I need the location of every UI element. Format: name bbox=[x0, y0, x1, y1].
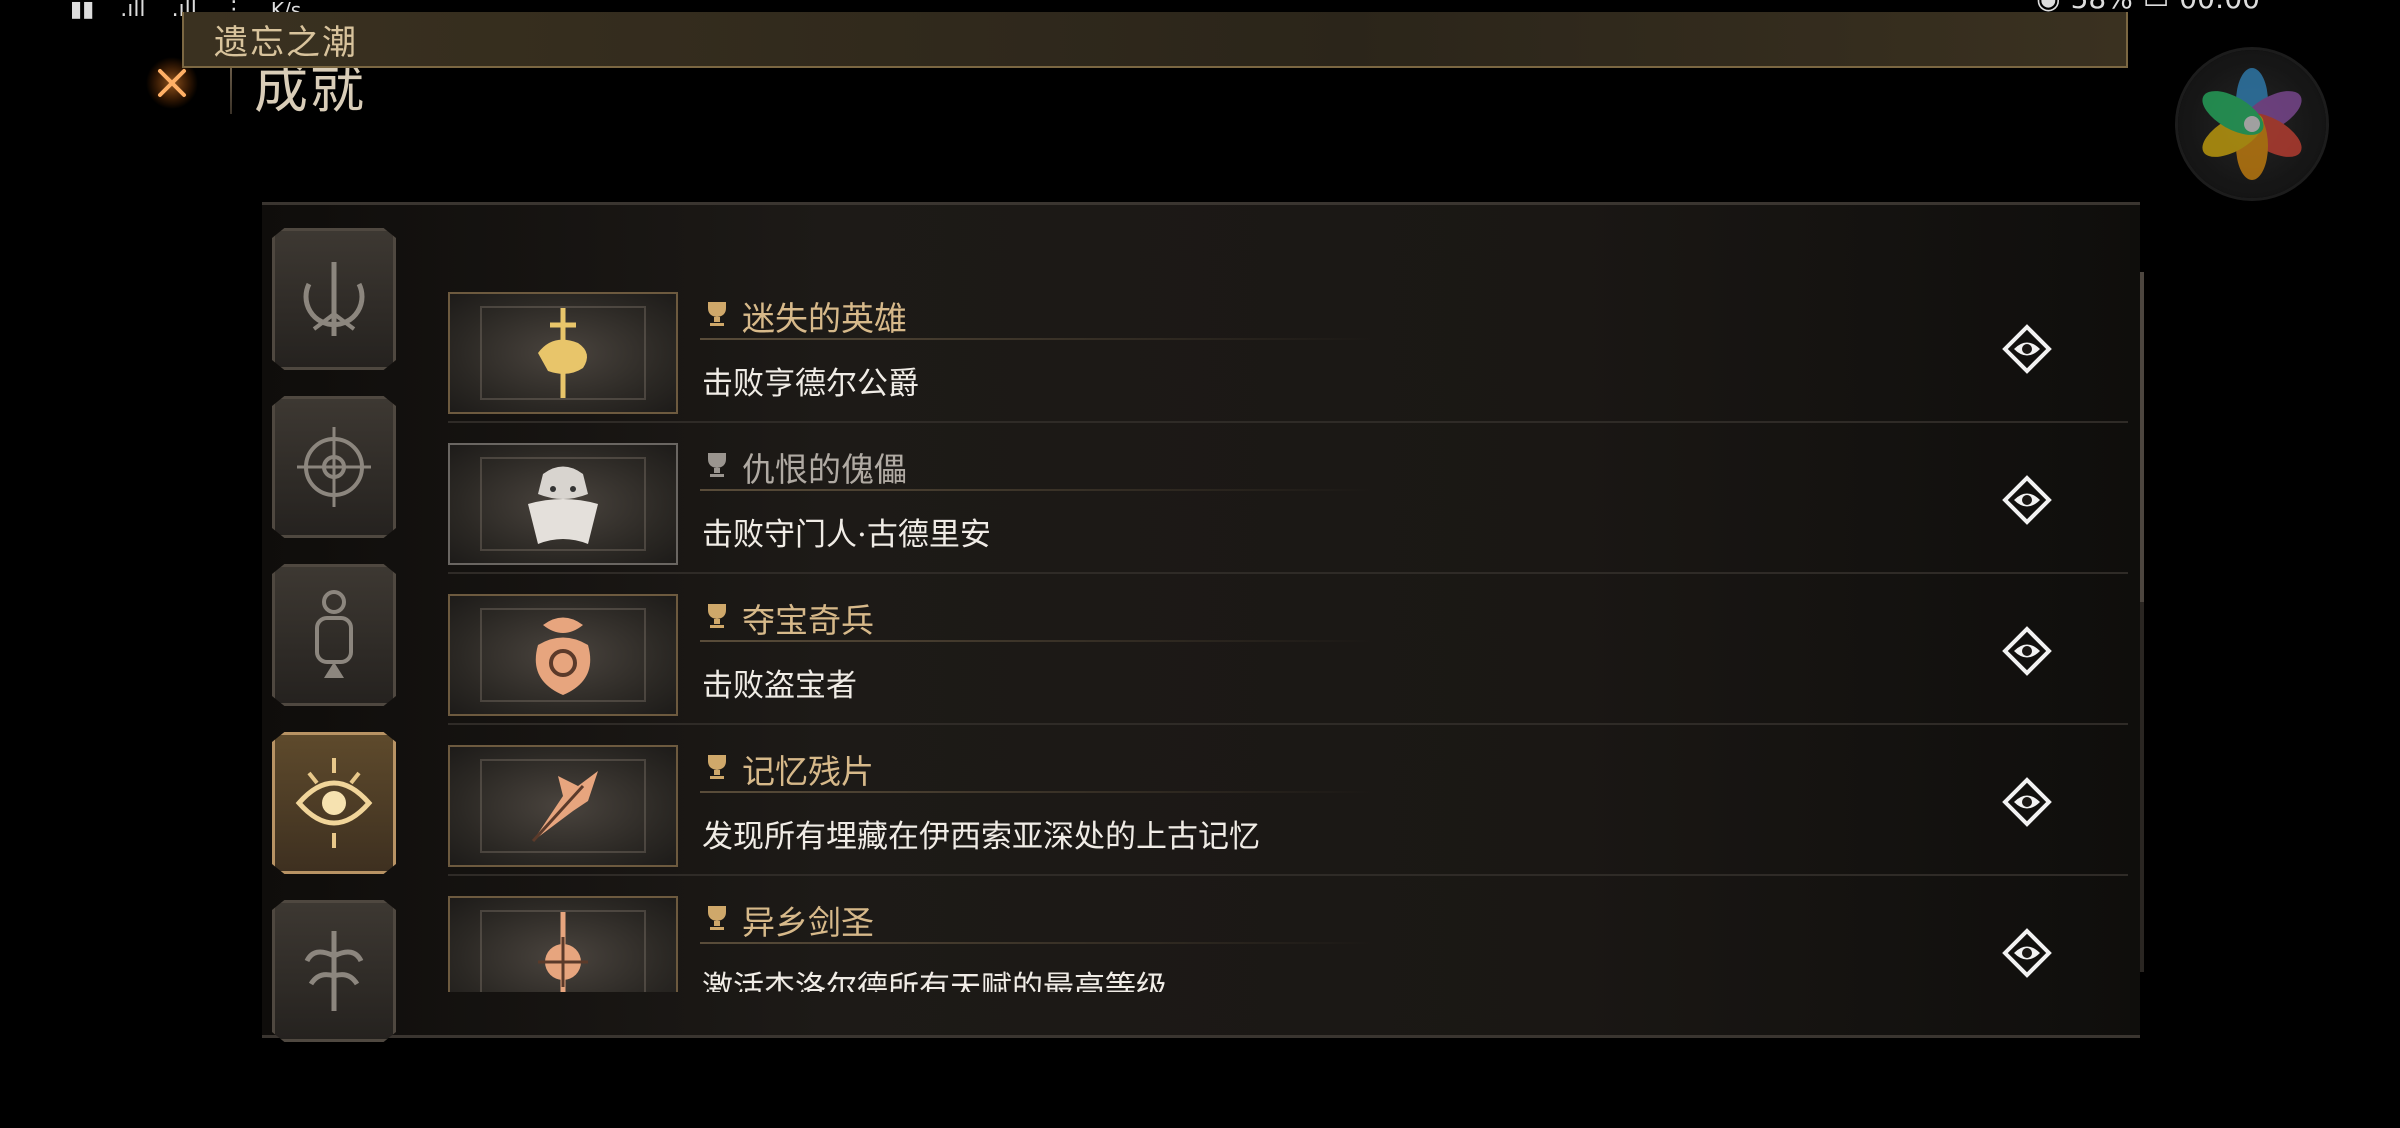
title-divider bbox=[700, 942, 1376, 944]
floating-assistant-button[interactable] bbox=[2178, 50, 2326, 198]
title-divider bbox=[700, 489, 1376, 491]
trophy-icon bbox=[702, 448, 732, 487]
badge-frame bbox=[480, 759, 646, 853]
clock: 00:00 bbox=[2179, 0, 2260, 15]
achievement-description: 击败盗宝者 bbox=[702, 668, 857, 704]
badge-frame bbox=[480, 306, 646, 400]
achievement-status-icon[interactable] bbox=[2002, 324, 2052, 374]
category-tab-5[interactable] bbox=[272, 900, 396, 1042]
achievement-status-icon[interactable] bbox=[2002, 475, 2052, 525]
achievement-title: 迷失的英雄 bbox=[702, 292, 907, 340]
category-tab-2[interactable] bbox=[272, 396, 396, 538]
achievement-badge bbox=[448, 896, 678, 992]
trophy-icon bbox=[702, 901, 732, 940]
achievement-badge bbox=[448, 292, 678, 414]
achievement-status-icon[interactable] bbox=[2002, 777, 2052, 827]
list-scrollbar[interactable] bbox=[2140, 272, 2144, 972]
achievement-description: 击败亨德尔公爵 bbox=[702, 366, 919, 402]
achievement-description: 发现所有埋藏在伊西索亚深处的上古记忆 bbox=[702, 819, 1260, 855]
tree-emblem-icon bbox=[304, 931, 364, 1011]
badge-frame bbox=[480, 457, 646, 551]
achievement-title-text: 记忆残片 bbox=[742, 752, 874, 791]
achievement-status-icon[interactable] bbox=[2002, 626, 2052, 676]
achievement-title: 夺宝奇兵 bbox=[702, 594, 874, 642]
scrollbar-thumb[interactable] bbox=[2140, 272, 2144, 602]
crescent-emblem-icon bbox=[303, 262, 365, 336]
achievement-list[interactable]: 迷失的英雄 击败亨德尔公爵 仇恨的傀儡 击败守门人·古德里安 夺宝奇兵 击败盗宝… bbox=[448, 272, 2128, 992]
battery-icon: ▭ bbox=[2143, 0, 2169, 15]
achievement-badge bbox=[448, 745, 678, 867]
achievement-description: 击败守门人·古德里安 bbox=[702, 517, 991, 553]
signal-icon: .ıll bbox=[120, 0, 146, 22]
category-tab-1[interactable] bbox=[272, 228, 396, 370]
badge-frame bbox=[480, 608, 646, 702]
achievement-title-text: 异乡剑圣 bbox=[742, 903, 874, 942]
group-header: 遗忘之潮 bbox=[182, 12, 2128, 68]
achievement-title: 仇恨的傀儡 bbox=[702, 443, 907, 491]
category-nav bbox=[272, 228, 398, 1068]
achievement-title: 异乡剑圣 bbox=[702, 896, 874, 944]
achievement-badge bbox=[448, 594, 678, 716]
trophy-icon bbox=[702, 599, 732, 638]
category-tab-4[interactable] bbox=[272, 732, 396, 874]
badge-frame bbox=[480, 910, 646, 992]
achievement-status-icon[interactable] bbox=[2002, 928, 2052, 978]
achievement-row[interactable]: 迷失的英雄 击败亨德尔公爵 bbox=[448, 272, 2128, 423]
lantern-emblem-icon bbox=[315, 590, 353, 678]
trophy-icon bbox=[702, 750, 732, 789]
achievement-title-text: 仇恨的傀儡 bbox=[742, 450, 907, 489]
title-divider bbox=[700, 338, 1376, 340]
category-tab-3[interactable] bbox=[272, 564, 396, 706]
achievement-row[interactable]: 异乡剑圣 激活杰洛尔德所有天赋的最高等级 bbox=[448, 876, 2128, 992]
group-title: 遗忘之潮 bbox=[214, 22, 358, 63]
achievement-title-text: 夺宝奇兵 bbox=[742, 601, 874, 640]
achievement-row[interactable]: 夺宝奇兵 击败盗宝者 bbox=[448, 574, 2128, 725]
flower-logo-icon bbox=[2202, 68, 2302, 180]
eye-emblem-icon bbox=[295, 758, 373, 848]
sim-icon: ▮▮ bbox=[70, 0, 95, 22]
achievement-row[interactable]: 仇恨的傀儡 击败守门人·古德里安 bbox=[448, 423, 2128, 574]
achievement-description: 激活杰洛尔德所有天赋的最高等级 bbox=[702, 970, 1167, 992]
achievement-badge bbox=[448, 443, 678, 565]
achievement-title: 记忆残片 bbox=[702, 745, 874, 793]
trophy-icon bbox=[702, 297, 732, 336]
compass-emblem-icon bbox=[297, 427, 371, 507]
title-divider bbox=[700, 640, 1376, 642]
achievement-row[interactable]: 记忆残片 发现所有埋藏在伊西索亚深处的上古记忆 bbox=[448, 725, 2128, 876]
achievement-title-text: 迷失的英雄 bbox=[742, 299, 907, 338]
title-divider bbox=[700, 791, 1376, 793]
